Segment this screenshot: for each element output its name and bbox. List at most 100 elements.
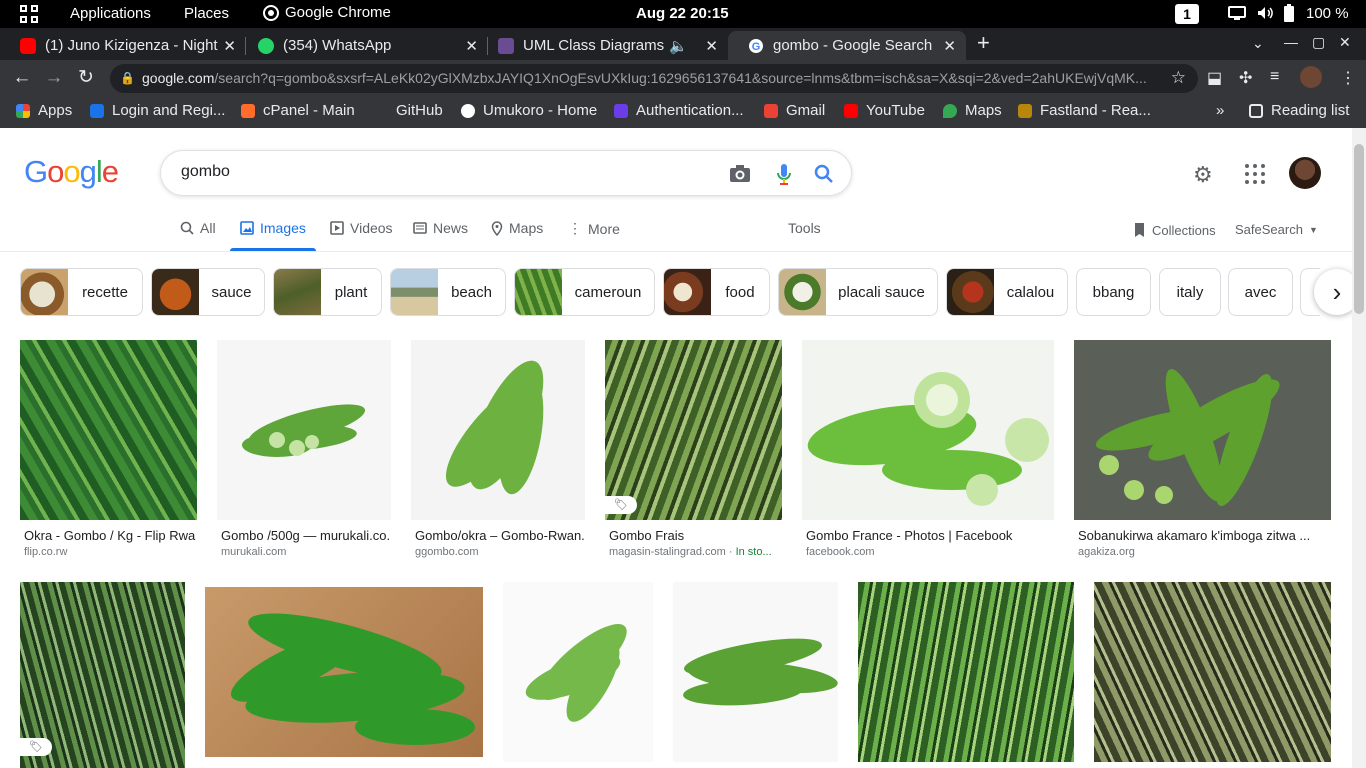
result-thumbnail[interactable]	[605, 340, 782, 520]
workspace-indicator[interactable]: 1	[1175, 4, 1199, 24]
google-logo[interactable]: Google	[24, 154, 119, 190]
active-app-menu[interactable]: Google Chrome	[263, 4, 391, 21]
browser-tab-youtube[interactable]: (1) Juno Kizigenza - Night ✕	[0, 31, 246, 60]
new-tab-button[interactable]: +	[977, 32, 990, 54]
tab-more[interactable]: ⋮ More	[568, 220, 620, 237]
settings-gear-icon[interactable]: ⚙	[1193, 162, 1213, 188]
bookmark-youtube[interactable]: YouTube	[844, 102, 925, 119]
result-thumbnail[interactable]	[802, 340, 1054, 520]
bookmark-apps[interactable]: Apps	[16, 102, 72, 119]
audio-playing-icon[interactable]: 🔈	[669, 37, 688, 55]
chip-cameroun[interactable]: cameroun	[514, 268, 655, 316]
tab-search-icon[interactable]: ⌄	[1252, 35, 1264, 52]
profile-avatar-icon[interactable]	[1300, 66, 1322, 88]
camera-icon[interactable]	[727, 161, 753, 187]
address-bar[interactable]: 🔒 google.com/search?q=gombo&sxsrf=ALeKk0…	[110, 64, 1198, 93]
url-text[interactable]: google.com/search?q=gombo&sxsrf=ALeKk02y…	[142, 70, 1162, 86]
result-thumbnail[interactable]	[1074, 340, 1331, 520]
extensions-icon[interactable]: ✣	[1239, 68, 1252, 88]
result-thumbnail[interactable]	[20, 340, 197, 520]
result-thumbnail[interactable]	[858, 582, 1074, 762]
chip-plant[interactable]: plant	[273, 268, 382, 316]
tab-videos[interactable]: Videos	[330, 220, 393, 236]
result-source[interactable]: flip.co.rw	[24, 546, 196, 558]
bookmark-umukoro[interactable]: Umukoro - Home	[461, 102, 597, 119]
close-tab-icon[interactable]: ✕	[223, 37, 236, 55]
chrome-menu-icon[interactable]: ⋮	[1340, 68, 1356, 88]
result-title[interactable]: Sobanukirwa akamaro k'imboga zitwa ...	[1078, 528, 1330, 543]
result-source[interactable]: agakiza.org	[1078, 546, 1330, 558]
search-box[interactable]	[160, 150, 852, 196]
safesearch-button[interactable]: SafeSearch ▼	[1235, 222, 1318, 237]
activities-grid-icon[interactable]	[20, 5, 38, 23]
bookmark-maps[interactable]: Maps	[943, 102, 1002, 119]
collections-button[interactable]: Collections	[1132, 222, 1216, 238]
browser-tab-whatsapp[interactable]: (354) WhatsApp ✕	[238, 31, 488, 60]
more-bookmarks-button[interactable]: »	[1216, 102, 1224, 119]
chip-calalou[interactable]: calalou	[946, 268, 1068, 316]
page-scrollbar[interactable]	[1352, 128, 1366, 768]
result-source[interactable]: facebook.com	[806, 546, 1054, 558]
bookmark-gmail[interactable]: Gmail	[764, 102, 825, 119]
bookmark-star-icon[interactable]: ☆	[1171, 68, 1186, 88]
applications-menu[interactable]: Applications	[70, 5, 151, 22]
result-thumbnail[interactable]	[411, 340, 585, 520]
result-thumbnail[interactable]	[503, 582, 653, 762]
search-icon[interactable]	[811, 161, 837, 187]
result-title[interactable]: Gombo France - Photos | Facebook	[806, 528, 1054, 543]
result-thumbnail[interactable]	[1094, 582, 1331, 762]
tab-images[interactable]: Images	[240, 220, 306, 236]
extension-puzzle-gray-icon[interactable]: ⬓	[1207, 68, 1222, 88]
reload-icon[interactable]: ↻	[74, 66, 98, 90]
back-arrow-icon[interactable]: ←	[10, 66, 34, 90]
bookmark-authentication[interactable]: Authentication...	[614, 102, 744, 119]
tab-maps[interactable]: Maps	[491, 220, 543, 236]
browser-tab-uml[interactable]: UML Class Diagrams fo 🔈 ✕	[478, 31, 728, 60]
chip-bbang[interactable]: bbang	[1076, 268, 1151, 316]
chip-recette[interactable]: recette	[20, 268, 143, 316]
tab-all[interactable]: All	[180, 220, 216, 236]
close-tab-icon[interactable]: ✕	[705, 37, 718, 55]
bookmark-cpanel[interactable]: cPanel - Main	[241, 102, 355, 119]
result-source[interactable]: murukali.com	[221, 546, 391, 558]
clock[interactable]: Aug 22 20:15	[636, 5, 729, 22]
chip-placali-sauce[interactable]: placali sauce	[778, 268, 938, 316]
chip-food[interactable]: food	[663, 268, 770, 316]
google-apps-icon[interactable]	[1245, 164, 1265, 184]
scrollbar-thumb[interactable]	[1354, 144, 1364, 314]
account-avatar[interactable]	[1289, 157, 1321, 189]
result-title[interactable]: Gombo /500g — murukali.co...	[221, 528, 391, 543]
tag-icon[interactable]: 🏷	[605, 496, 637, 514]
close-tab-icon[interactable]: ✕	[465, 37, 478, 55]
tools-button[interactable]: Tools	[788, 220, 821, 236]
forward-arrow-icon[interactable]: →	[42, 66, 66, 90]
chip-avec[interactable]: avec	[1228, 268, 1293, 316]
microphone-icon[interactable]	[771, 161, 797, 187]
chip-italy[interactable]: italy	[1159, 268, 1221, 316]
tag-icon[interactable]: 🏷	[20, 738, 52, 756]
search-input[interactable]	[181, 163, 701, 181]
minimize-window-icon[interactable]: —	[1284, 34, 1298, 50]
chevron-right-icon[interactable]: ›	[1314, 269, 1352, 315]
result-thumbnail[interactable]	[673, 582, 838, 762]
lock-icon[interactable]: 🔒	[120, 71, 135, 85]
chip-sauce[interactable]: sauce	[151, 268, 265, 316]
bookmark-fastland[interactable]: Fastland - Rea...	[1018, 102, 1151, 119]
reading-list-button[interactable]: Reading list	[1249, 102, 1349, 119]
system-tray[interactable]: 100 %	[1228, 4, 1349, 22]
result-thumbnail[interactable]	[217, 340, 391, 520]
result-title[interactable]: Gombo Frais	[609, 528, 781, 543]
bookmark-github[interactable]: GitHub	[374, 102, 443, 119]
chip-beach[interactable]: beach	[390, 268, 506, 316]
places-menu[interactable]: Places	[184, 5, 229, 22]
tab-news[interactable]: News	[413, 220, 468, 236]
result-title[interactable]: Gombo/okra – Gombo-Rwan...	[415, 528, 585, 543]
browser-tab-google-search[interactable]: G gombo - Google Search ✕	[728, 31, 966, 60]
result-title[interactable]: Okra - Gombo / Kg - Flip Rwa...	[24, 528, 196, 543]
close-window-icon[interactable]: ✕	[1339, 34, 1351, 51]
result-source[interactable]: magasin-stalingrad.com · In sto...	[609, 546, 781, 558]
result-source[interactable]: ggombo.com	[415, 546, 585, 558]
result-thumbnail[interactable]	[205, 587, 483, 757]
bookmark-login[interactable]: Login and Regi...	[90, 102, 225, 119]
maximize-window-icon[interactable]: ▢	[1312, 34, 1325, 51]
